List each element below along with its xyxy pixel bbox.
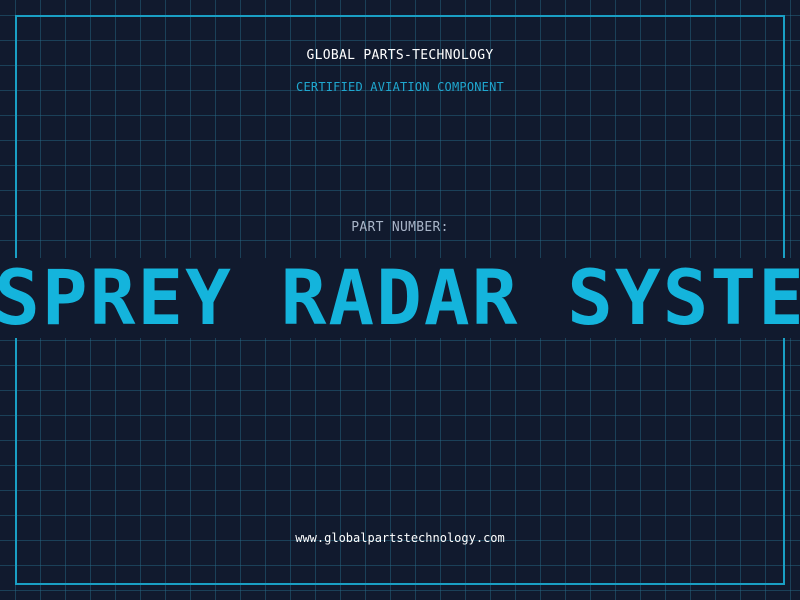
company-name: GLOBAL PARTS-TECHNOLOGY [306,48,494,63]
part-number-label: PART NUMBER: [351,220,449,235]
page: { "header": { "company": "GLOBAL PARTS-T… [0,0,800,600]
certification-subtitle: CERTIFIED AVIATION COMPONENT [296,80,504,94]
part-name: OSPREY RADAR SYSTEM [0,258,800,338]
part-name-band: OSPREY RADAR SYSTEM [0,258,800,338]
website-url: www.globalpartstechnology.com [295,531,505,545]
